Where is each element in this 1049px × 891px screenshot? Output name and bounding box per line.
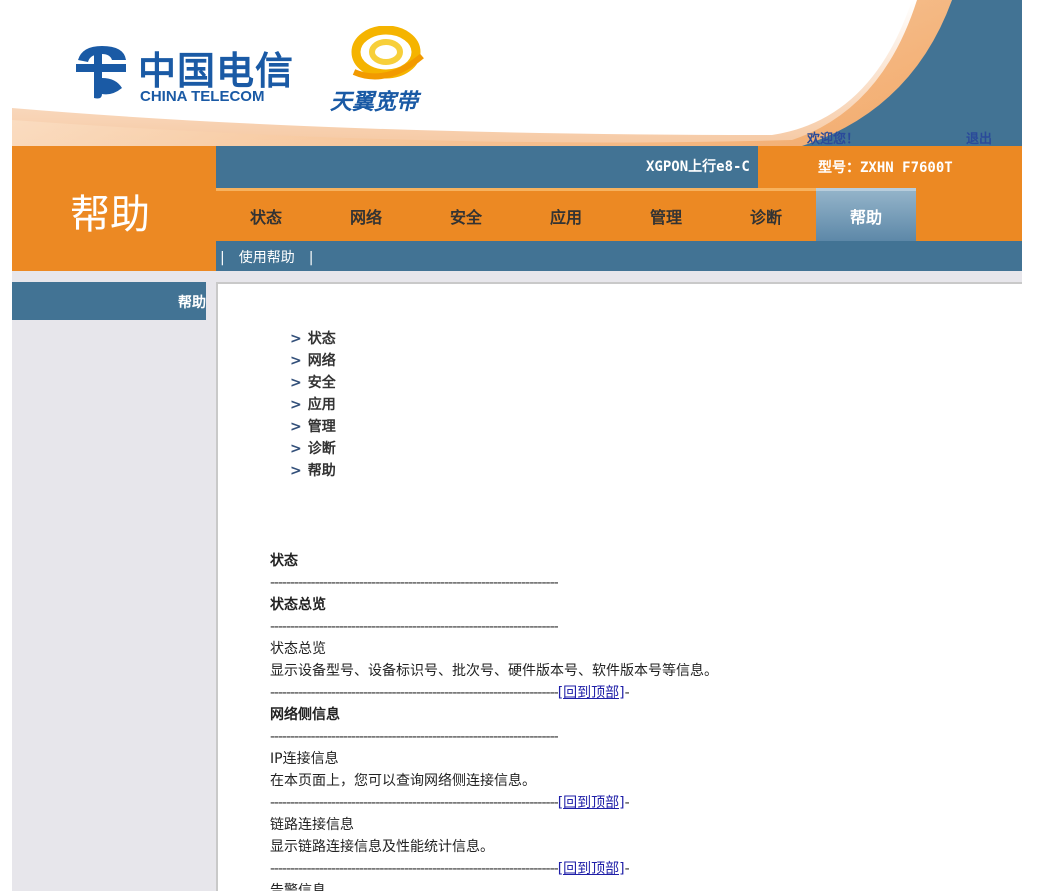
device-name: XGPON上行e8-C bbox=[646, 159, 750, 175]
chevron-right-icon: > bbox=[290, 441, 302, 457]
item-description: 显示链路连接信息及性能统计信息。 bbox=[270, 839, 494, 855]
welcome-text: 欢迎您！ bbox=[807, 132, 860, 146]
subsection-heading: 状态总览 bbox=[270, 597, 326, 613]
device-model: 型号：ZXHN F7600T bbox=[818, 160, 953, 176]
back-to-top-link[interactable]: [回到顶部] bbox=[558, 685, 625, 701]
toc-item-help[interactable]: > 帮助 bbox=[290, 460, 336, 482]
logo-english-text: CHINA TELECOM bbox=[140, 88, 265, 105]
tab-status[interactable]: 状态 bbox=[216, 188, 316, 241]
device-info-bar: XGPON上行e8-C 型号：ZXHN F7600T bbox=[216, 146, 1022, 188]
toc-item-network[interactable]: > 网络 bbox=[290, 350, 336, 372]
chevron-right-icon: > bbox=[290, 331, 302, 347]
help-document: 状态 -------------------------------------… bbox=[270, 550, 970, 891]
help-content: > 状态 > 网络 > 安全 > 应用 > 管理 > 诊断 > 帮助 状态 ---------… bbox=[216, 282, 1022, 891]
main-nav: 状态 网络 安全 应用 管理 诊断 帮助 bbox=[216, 188, 1022, 241]
back-to-top-row: ----------------------------------------… bbox=[270, 795, 630, 811]
back-to-top-link[interactable]: [回到顶部] bbox=[558, 795, 625, 811]
sidebar-item-label: 帮助 bbox=[178, 295, 206, 311]
toc-item-management[interactable]: > 管理 bbox=[290, 416, 336, 438]
divider: ----------------------------------------… bbox=[270, 575, 559, 591]
sidebar-item-help[interactable]: 帮助 bbox=[12, 282, 206, 320]
toc-item-security[interactable]: > 安全 bbox=[290, 372, 336, 394]
chevron-right-icon: > bbox=[290, 375, 302, 391]
subsection-heading: 网络侧信息 bbox=[270, 707, 340, 723]
tab-management[interactable]: 管理 bbox=[616, 188, 716, 241]
tab-help[interactable]: 帮助 bbox=[816, 188, 916, 241]
header-banner: 中国电信 CHINA TELECOM 天翼宽带 欢迎您！ 退出 bbox=[12, 0, 1022, 146]
item-description: 显示设备型号、设备标识号、批次号、硬件版本号、软件版本号等信息。 bbox=[270, 663, 718, 679]
toc-item-application[interactable]: > 应用 bbox=[290, 394, 336, 416]
divider: ----------------------------------------… bbox=[270, 619, 559, 635]
logo-chinese-text: 中国电信 bbox=[138, 48, 295, 93]
divider: ----------------------------------------… bbox=[270, 729, 559, 745]
page-title: 帮助 bbox=[70, 192, 150, 238]
item-description: 在本页面上，您可以查询网络侧连接信息。 bbox=[270, 773, 536, 789]
chevron-right-icon: > bbox=[290, 353, 302, 369]
chevron-right-icon: > bbox=[290, 463, 302, 479]
tab-security[interactable]: 安全 bbox=[416, 188, 516, 241]
sub-nav-usage-help[interactable]: 使用帮助 bbox=[225, 250, 309, 266]
chevron-right-icon: > bbox=[290, 397, 302, 413]
back-to-top-row: ----------------------------------------… bbox=[270, 685, 630, 701]
help-toc: > 状态 > 网络 > 安全 > 应用 > 管理 > 诊断 > 帮助 bbox=[290, 328, 336, 482]
tab-application[interactable]: 应用 bbox=[516, 188, 616, 241]
item-title: IP连接信息 bbox=[270, 751, 339, 767]
sub-nav-separator: | bbox=[220, 250, 225, 266]
toc-item-diagnosis[interactable]: > 诊断 bbox=[290, 438, 336, 460]
page-title-box: 帮助 bbox=[12, 146, 216, 271]
item-title: 告警信息 bbox=[270, 883, 326, 891]
sub-nav: | 使用帮助 | bbox=[216, 241, 1022, 271]
router-admin-page: 中国电信 CHINA TELECOM 天翼宽带 欢迎您！ 退出 帮助 XGPON… bbox=[12, 0, 1022, 891]
section-heading: 状态 bbox=[270, 553, 298, 569]
back-to-top-link[interactable]: [回到顶部] bbox=[558, 861, 625, 877]
tianyi-broadband-logo: 天翼宽带 bbox=[330, 26, 430, 115]
back-to-top-row: ----------------------------------------… bbox=[270, 861, 630, 877]
sub-nav-separator: | bbox=[308, 250, 314, 266]
chevron-right-icon: > bbox=[290, 419, 302, 435]
model-box: 型号：ZXHN F7600T bbox=[758, 146, 1022, 188]
brand-text: 天翼宽带 bbox=[330, 89, 419, 115]
item-title: 状态总览 bbox=[270, 641, 326, 657]
item-title: 链路连接信息 bbox=[270, 817, 354, 833]
tab-diagnosis[interactable]: 诊断 bbox=[716, 188, 816, 241]
toc-item-status[interactable]: > 状态 bbox=[290, 328, 336, 350]
tianyi-swirl-icon bbox=[351, 26, 424, 80]
telecom-e-icon bbox=[76, 46, 126, 99]
logout-link[interactable]: 退出 bbox=[966, 128, 992, 146]
tab-network[interactable]: 网络 bbox=[316, 188, 416, 241]
